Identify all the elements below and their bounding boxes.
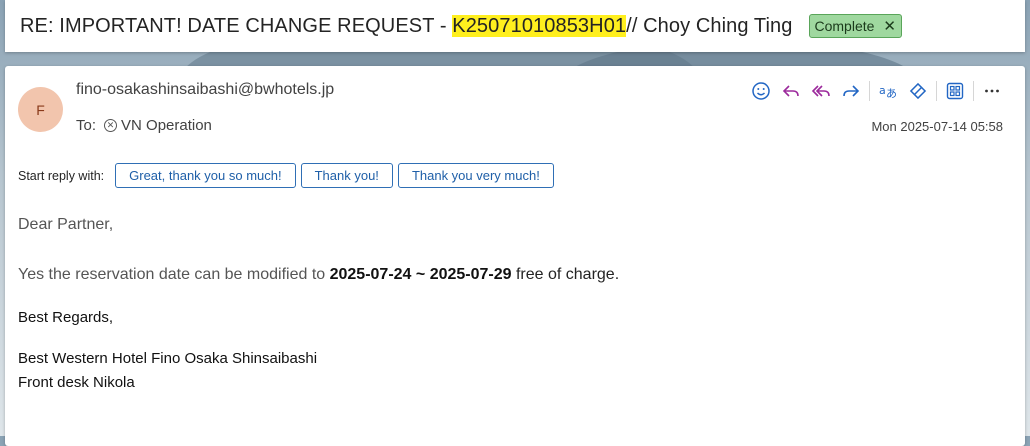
signature-line: Front desk Nikola bbox=[18, 374, 135, 391]
suggested-replies: Start reply with: Great, thank you so mu… bbox=[18, 163, 559, 188]
immersive-reader-icon[interactable] bbox=[903, 78, 933, 104]
subject-suffix: // Choy Ching Ting bbox=[626, 14, 793, 37]
message-date: Mon 2025-07-14 05:58 bbox=[871, 119, 1003, 134]
category-label: Complete bbox=[814, 18, 875, 34]
reply-all-icon[interactable] bbox=[806, 78, 836, 104]
suggested-reply-button[interactable]: Great, thank you so much! bbox=[115, 163, 296, 188]
more-icon[interactable] bbox=[977, 78, 1007, 104]
toolbar-divider bbox=[973, 81, 974, 101]
recipient-status-icon: ✕ bbox=[104, 119, 118, 132]
signature: Best Western Hotel Fino Osaka Shinsaibas… bbox=[18, 347, 998, 395]
body-text: Yes the reservation date can be modified… bbox=[18, 266, 330, 283]
message-card: F fino-osakashinsaibashi@bwhotels.jp To:… bbox=[5, 66, 1025, 446]
body-paragraph: Yes the reservation date can be modified… bbox=[18, 266, 998, 284]
toolbar-divider bbox=[869, 81, 870, 101]
message-body: Dear Partner, Yes the reservation date c… bbox=[18, 216, 998, 395]
body-text: free of charge. bbox=[511, 266, 620, 283]
recipient-line: To: ✕ VN Operation bbox=[76, 117, 212, 134]
svg-text:a: a bbox=[879, 84, 886, 97]
subject-prefix: RE: IMPORTANT! DATE CHANGE REQUEST - bbox=[20, 14, 453, 37]
emoji-icon[interactable] bbox=[746, 78, 776, 104]
suggested-reply-button[interactable]: Thank you! bbox=[300, 163, 393, 188]
greeting: Dear Partner, bbox=[18, 216, 114, 233]
signature-line: Best Western Hotel Fino Osaka Shinsaibas… bbox=[18, 350, 318, 367]
sender-address[interactable]: fino-osakashinsaibashi@bwhotels.jp bbox=[76, 81, 334, 99]
toolbar-divider bbox=[936, 81, 937, 101]
message-toolbar: aあ bbox=[746, 78, 1007, 104]
category-badge[interactable]: Complete ✕ bbox=[808, 14, 902, 38]
subject-booking-code: K25071010853H01 bbox=[452, 14, 627, 37]
apps-icon[interactable] bbox=[940, 78, 970, 104]
modified-dates: 2025-07-24 ~ 2025-07-29 bbox=[329, 266, 512, 283]
to-label: To: bbox=[76, 117, 97, 134]
translate-icon[interactable]: aあ bbox=[873, 78, 903, 104]
avatar[interactable]: F bbox=[18, 87, 63, 132]
svg-text:あ: あ bbox=[886, 87, 897, 100]
suggested-replies-label: Start reply with: bbox=[18, 168, 105, 183]
suggested-reply-button[interactable]: Thank you very much! bbox=[397, 163, 554, 188]
email-subject: RE: IMPORTANT! DATE CHANGE REQUEST - K25… bbox=[20, 14, 793, 38]
subject-header: RE: IMPORTANT! DATE CHANGE REQUEST - K25… bbox=[5, 0, 1025, 52]
remove-category-icon[interactable]: ✕ bbox=[883, 17, 896, 35]
reply-icon[interactable] bbox=[776, 78, 806, 104]
forward-icon[interactable] bbox=[836, 78, 866, 104]
closing: Best Regards, bbox=[18, 309, 114, 326]
recipient-name[interactable]: VN Operation bbox=[121, 117, 212, 134]
